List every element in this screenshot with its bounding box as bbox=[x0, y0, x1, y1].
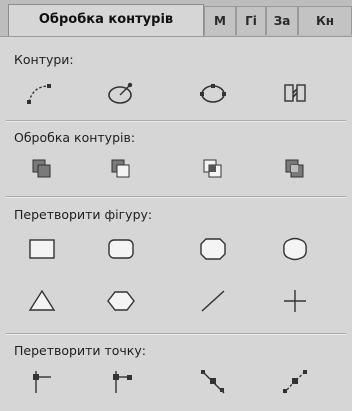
tab-kn[interactable]: Кн bbox=[298, 6, 352, 35]
ellipse-direction-button[interactable] bbox=[101, 78, 141, 108]
section-divider bbox=[6, 196, 346, 198]
tab-path-operations[interactable]: Обробка контурів bbox=[8, 4, 204, 36]
scalloped-shape-button[interactable] bbox=[275, 234, 315, 264]
tab-gi[interactable]: Гі bbox=[236, 6, 266, 35]
section-label-path-processing: Обробка контурів: bbox=[14, 130, 136, 145]
closed-path-points-icon bbox=[200, 84, 226, 103]
exclude-overlap-button[interactable] bbox=[275, 154, 315, 184]
octagon-button[interactable] bbox=[193, 234, 233, 264]
rounded-rectangle-button[interactable] bbox=[101, 234, 141, 264]
path-operations-panel: Обробка контурів М Гі За Кн Контури: Обр… bbox=[0, 0, 352, 411]
line-button[interactable] bbox=[193, 286, 233, 316]
line-icon bbox=[201, 290, 225, 312]
corner-point-icon bbox=[33, 371, 51, 393]
reverse-path-button[interactable] bbox=[275, 78, 315, 108]
section-label-transform-point: Перетворити точку: bbox=[14, 343, 146, 358]
cross-icon bbox=[284, 290, 306, 312]
tab-m[interactable]: М bbox=[204, 6, 236, 35]
reverse-path-icon bbox=[284, 84, 306, 102]
smooth-point-icon bbox=[113, 371, 132, 393]
corner-point-button[interactable] bbox=[22, 366, 62, 396]
scalloped-shape-icon bbox=[283, 237, 307, 261]
symmetric-point-button[interactable] bbox=[193, 366, 233, 396]
section-divider bbox=[6, 120, 346, 122]
cross-button[interactable] bbox=[275, 286, 315, 316]
ellipse-direction-icon bbox=[108, 82, 133, 104]
octagon-icon bbox=[200, 238, 226, 260]
tab-za[interactable]: За bbox=[266, 6, 298, 35]
section-divider bbox=[6, 333, 346, 335]
exclude-overlap-icon bbox=[285, 159, 304, 178]
curve-path-button[interactable] bbox=[22, 78, 62, 108]
smooth-point-button[interactable] bbox=[101, 366, 141, 396]
symmetric-point-icon bbox=[201, 370, 225, 394]
union-button[interactable] bbox=[22, 154, 62, 184]
hexagon-button[interactable] bbox=[101, 286, 141, 316]
panel-tab-strip: Обробка контурів М Гі За Кн bbox=[0, 0, 352, 37]
triangle-button[interactable] bbox=[22, 286, 62, 316]
triangle-icon bbox=[28, 289, 56, 311]
hexagon-icon bbox=[107, 291, 135, 311]
rectangle-button[interactable] bbox=[22, 234, 62, 264]
asymmetric-point-button[interactable] bbox=[275, 366, 315, 396]
subtract-front-button[interactable] bbox=[101, 154, 141, 184]
subtract-front-icon bbox=[111, 159, 130, 178]
intersect-icon bbox=[203, 159, 222, 178]
curve-path-icon bbox=[27, 84, 51, 104]
rounded-rectangle-icon bbox=[108, 239, 134, 259]
section-label-transform-shape: Перетворити фігуру: bbox=[14, 207, 153, 222]
closed-path-points-button[interactable] bbox=[193, 78, 233, 108]
section-label-paths: Контури: bbox=[14, 52, 74, 67]
asymmetric-point-icon bbox=[283, 370, 307, 394]
rectangle-icon bbox=[29, 239, 55, 259]
intersect-button[interactable] bbox=[193, 154, 233, 184]
union-icon bbox=[32, 159, 51, 178]
